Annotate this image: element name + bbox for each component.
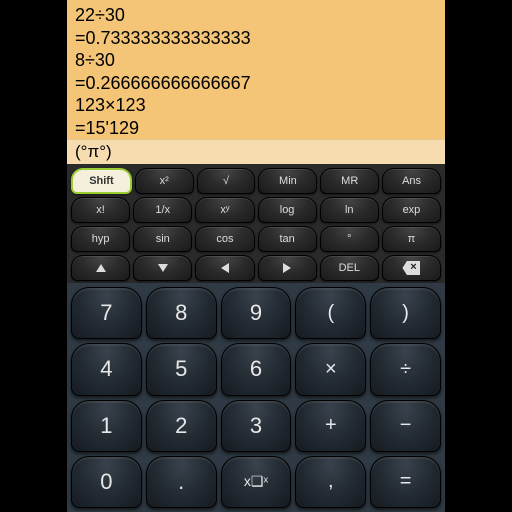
numeric-keypad: 7 8 9 ( ) 4 5 6 × ÷ 1 2 3 + − 0 . x❑ˣ , … [67,283,445,512]
backspace-icon [402,261,420,275]
equals-button[interactable]: = [370,456,441,508]
shift-button[interactable]: Shift [71,168,132,194]
cos-button[interactable]: cos [195,226,254,252]
history-line: 8÷30 [75,49,437,72]
x-box-x-button[interactable]: x❑ˣ [221,456,292,508]
ans-button[interactable]: Ans [382,168,441,194]
calculator-app: 22÷30 =0.733333333333333 8÷30 =0.2666666… [67,0,445,512]
backspace-button[interactable] [382,255,441,281]
arrow-left-icon [221,263,229,273]
display-history: 22÷30 =0.733333333333333 8÷30 =0.2666666… [67,0,445,139]
tan-button[interactable]: tan [258,226,317,252]
mr-button[interactable]: MR [320,168,379,194]
arrow-up-icon [96,264,106,272]
sqrt-button[interactable]: √ [197,168,256,194]
pi-button[interactable]: π [382,226,441,252]
minus-button[interactable]: − [370,400,441,452]
reciprocal-button[interactable]: 1/x [133,197,192,223]
history-line: =0.733333333333333 [75,27,437,50]
log-button[interactable]: log [258,197,317,223]
hyp-button[interactable]: hyp [71,226,130,252]
plus-button[interactable]: + [295,400,366,452]
min-button[interactable]: Min [258,168,317,194]
digit-0-button[interactable]: 0 [71,456,142,508]
digit-6-button[interactable]: 6 [221,343,292,395]
digit-1-button[interactable]: 1 [71,400,142,452]
digit-3-button[interactable]: 3 [221,400,292,452]
arrow-down-button[interactable] [133,255,192,281]
divide-button[interactable]: ÷ [370,343,441,395]
comma-button[interactable]: , [295,456,366,508]
ln-button[interactable]: ln [320,197,379,223]
exp-button[interactable]: exp [382,197,441,223]
display-input[interactable]: (°π°) [67,139,445,164]
digit-2-button[interactable]: 2 [146,400,217,452]
digit-8-button[interactable]: 8 [146,287,217,339]
decimal-point-button[interactable]: . [146,456,217,508]
x-squared-button[interactable]: x² [135,168,194,194]
arrow-right-icon [283,263,291,273]
arrow-up-button[interactable] [71,255,130,281]
close-paren-button[interactable]: ) [370,287,441,339]
x-pow-y-button[interactable]: xʸ [195,197,254,223]
degree-button[interactable]: ° [320,226,379,252]
digit-5-button[interactable]: 5 [146,343,217,395]
digit-7-button[interactable]: 7 [71,287,142,339]
history-line: 123×123 [75,94,437,117]
arrow-down-icon [158,264,168,272]
digit-4-button[interactable]: 4 [71,343,142,395]
sin-button[interactable]: sin [133,226,192,252]
del-button[interactable]: DEL [320,255,379,281]
history-line: 22÷30 [75,4,437,27]
history-line: =0.266666666666667 [75,72,437,95]
function-key-area: Shift x² √ Min MR Ans x! 1/x xʸ log ln e… [67,164,445,283]
history-line: =15'129 [75,117,437,140]
open-paren-button[interactable]: ( [295,287,366,339]
digit-9-button[interactable]: 9 [221,287,292,339]
factorial-button[interactable]: x! [71,197,130,223]
arrow-right-button[interactable] [258,255,317,281]
arrow-left-button[interactable] [195,255,254,281]
multiply-button[interactable]: × [295,343,366,395]
